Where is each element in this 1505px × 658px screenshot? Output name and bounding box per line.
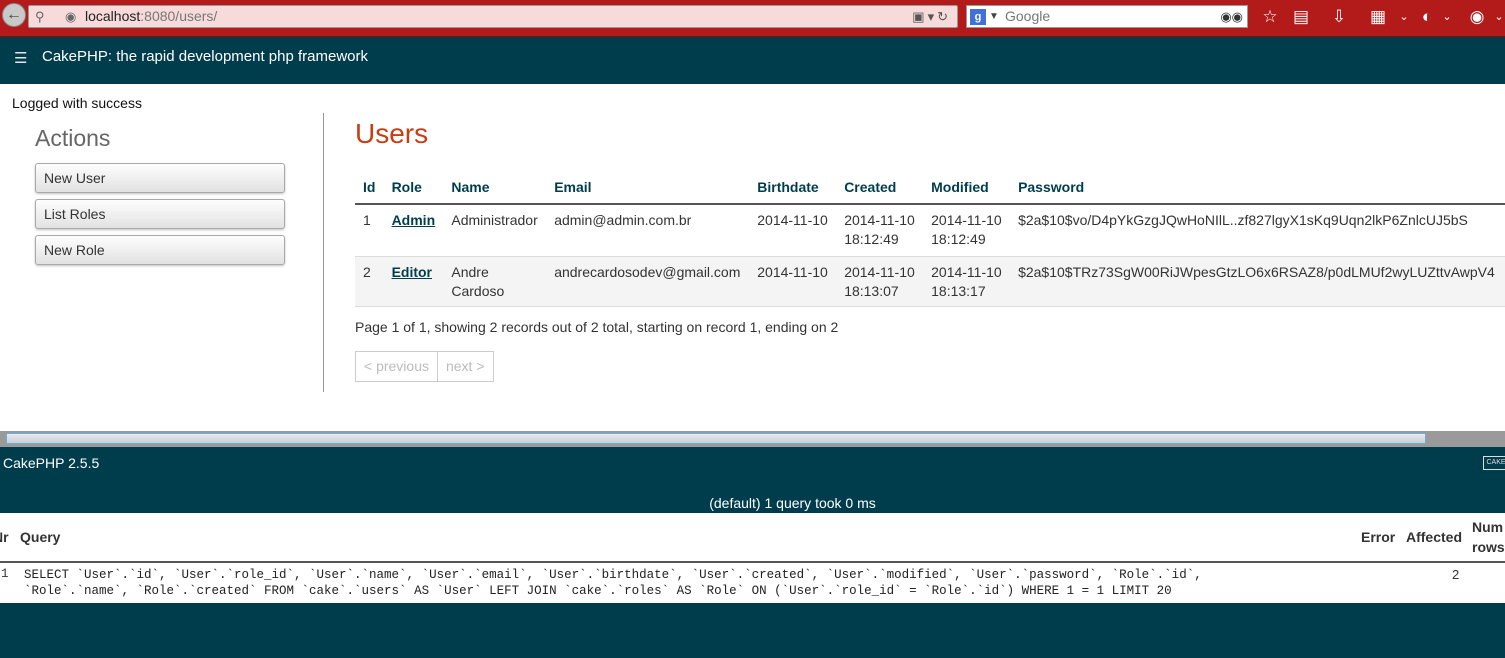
name-line: Administrador <box>451 212 538 228</box>
cell-role: Admin <box>383 204 444 257</box>
column-birthdate[interactable]: Birthdate <box>749 170 837 205</box>
search-placeholder: Google <box>1005 8 1051 24</box>
globe-icon: ◉ <box>65 9 77 24</box>
users-section: Users <box>355 118 428 150</box>
column-affected: Affected <box>1406 529 1463 545</box>
back-button[interactable]: ← <box>2 3 26 27</box>
app-title[interactable]: CakePHP: the rapid development php frame… <box>42 48 368 65</box>
cell-email: admin@admin.com.br <box>546 204 750 257</box>
name-line: Cardoso <box>451 282 505 299</box>
cell-password: $2a$10$TRz73SgW00RiJWpesGtzLO6x6RSAZ8/p0… <box>1010 256 1505 307</box>
pagination: < previous next > <box>355 351 494 382</box>
modified-date: 2014-11-10 <box>931 263 1002 280</box>
modified-time: 18:12:49 <box>931 231 986 247</box>
url-text: localhost:8080/users/ <box>85 6 217 27</box>
query-summary: (default) 1 query took 0 ms <box>709 495 876 511</box>
url-path: :8080/users/ <box>140 8 218 24</box>
previous-button[interactable]: < previous <box>355 351 438 382</box>
column-query: Query <box>20 529 61 545</box>
chevron-down-icon[interactable]: ⌄ <box>1392 5 1416 29</box>
table-header-row: Id Role Name Email Birthdate Created Mod… <box>355 170 1505 205</box>
chevron-down-icon[interactable]: ⌄ <box>1435 5 1459 29</box>
app-header: ☰ CakePHP: the rapid development php fra… <box>0 37 1505 84</box>
column-role[interactable]: Role <box>383 170 444 205</box>
addon-icon[interactable]: ▦ <box>1366 5 1390 29</box>
column-email[interactable]: Email <box>546 170 750 205</box>
role-link[interactable]: Editor <box>392 264 432 280</box>
horizontal-scrollbar[interactable] <box>0 431 1505 447</box>
cell-modified: 2014-11-10 18:12:49 <box>923 204 1011 257</box>
binoculars-icon[interactable]: ◉◉ <box>1220 6 1243 27</box>
reload-icon[interactable]: ▣▾↻ <box>912 6 951 27</box>
sql-query-line: `Role`.`name`, `Role`.`created` FROM `ca… <box>24 584 1172 598</box>
menu-icon[interactable]: ◉ <box>1465 5 1489 29</box>
cell-birthdate: 2014-11-10 <box>749 204 837 257</box>
sql-log-header: Nr Query Error Affected Num rows <box>0 513 1505 563</box>
list-roles-button[interactable]: List Roles <box>35 199 285 229</box>
sql-affected: 2 <box>1452 567 1460 582</box>
sql-query-line: SELECT `User`.`id`, `User`.`role_id`, `U… <box>24 568 1202 582</box>
cell-created: 2014-11-10 18:12:49 <box>836 204 924 257</box>
cell-email: andrecardosodev@gmail.com <box>546 256 750 307</box>
paging-summary: Page 1 of 1, showing 2 records out of 2 … <box>355 319 839 335</box>
created-time: 18:13:07 <box>844 282 899 299</box>
google-icon[interactable]: g <box>970 9 986 25</box>
cake-logo-icon: ☰ <box>14 50 28 67</box>
table-row: 2 Editor Andre Cardoso andrecardosodev@gm… <box>355 256 1505 307</box>
column-modified[interactable]: Modified <box>923 170 1011 205</box>
cell-name: Andre Cardoso <box>443 256 547 307</box>
url-host: localhost <box>85 8 141 24</box>
new-role-button[interactable]: New Role <box>35 235 285 265</box>
cell-id: 1 <box>355 204 384 257</box>
cake-power-icon[interactable]: CAKE <box>1483 456 1505 470</box>
chevron-down-icon[interactable]: ▼ <box>989 6 999 27</box>
modified-time: 18:13:17 <box>931 282 986 299</box>
table-row: 1 Admin Administrador admin@admin.com.br… <box>355 204 1505 257</box>
cell-modified: 2014-11-10 18:13:17 <box>923 256 1011 307</box>
actions-sidebar: Actions New User List Roles New Role <box>35 125 285 271</box>
column-nr: Nr <box>0 529 9 545</box>
role-link[interactable]: Admin <box>392 212 436 228</box>
search-bar[interactable]: g ▼ Google ◉◉ <box>966 5 1248 28</box>
new-user-button[interactable]: New User <box>35 163 285 193</box>
created-date: 2014-11-10 <box>844 263 915 280</box>
modified-date: 2014-11-10 <box>931 212 1002 228</box>
version-label: CakePHP 2.5.5 <box>3 455 100 471</box>
sql-log-table: Nr Query Error Affected Num rows 1 SELEC… <box>0 513 1505 603</box>
cell-password: $2a$10$vo/D4pYkGzgJQwHoNIlL..zf827lgyX1s… <box>1010 204 1505 257</box>
browser-toolbar: ← ⚲ ◉ localhost:8080/users/ ▣▾↻ g ▼ Goog… <box>0 0 1505 37</box>
flash-message: Logged with success <box>12 95 142 111</box>
column-name[interactable]: Name <box>443 170 547 205</box>
sql-row-nr: 1 <box>1 567 9 581</box>
chevron-down-icon[interactable]: ⌄ <box>1487 5 1505 29</box>
cell-id: 2 <box>355 256 384 307</box>
users-table: Id Role Name Email Birthdate Created Mod… <box>355 170 1505 307</box>
next-button[interactable]: next > <box>437 351 494 382</box>
created-date: 2014-11-10 <box>844 212 915 228</box>
bookmark-star-icon[interactable]: ☆ <box>1258 5 1282 29</box>
cell-role: Editor <box>383 256 444 307</box>
column-num-rows: Num <box>1472 519 1504 535</box>
cell-birthdate: 2014-11-10 <box>749 256 837 307</box>
scrollbar-thumb[interactable] <box>6 433 1426 444</box>
created-time: 18:12:49 <box>844 231 899 247</box>
column-id[interactable]: Id <box>355 170 384 205</box>
key-icon: ⚲ <box>35 9 45 24</box>
column-error: Error <box>1361 529 1396 545</box>
download-icon[interactable]: ⇩ <box>1327 5 1351 29</box>
sql-query: SELECT `User`.`id`, `User`.`role_id`, `U… <box>24 567 1202 599</box>
cell-name: Administrador <box>443 204 547 257</box>
page-title: Users <box>355 118 429 149</box>
bookmarks-list-icon[interactable]: ▤ <box>1289 5 1313 29</box>
cell-created: 2014-11-10 18:13:07 <box>836 256 924 307</box>
column-password[interactable]: Password <box>1010 170 1505 205</box>
divider <box>323 113 324 392</box>
name-line: Andre <box>451 263 489 280</box>
actions-heading: Actions <box>35 125 111 151</box>
address-bar[interactable]: ⚲ ◉ localhost:8080/users/ ▣▾↻ <box>28 5 958 28</box>
column-created[interactable]: Created <box>836 170 924 205</box>
column-num-rows: rows <box>1472 539 1505 555</box>
